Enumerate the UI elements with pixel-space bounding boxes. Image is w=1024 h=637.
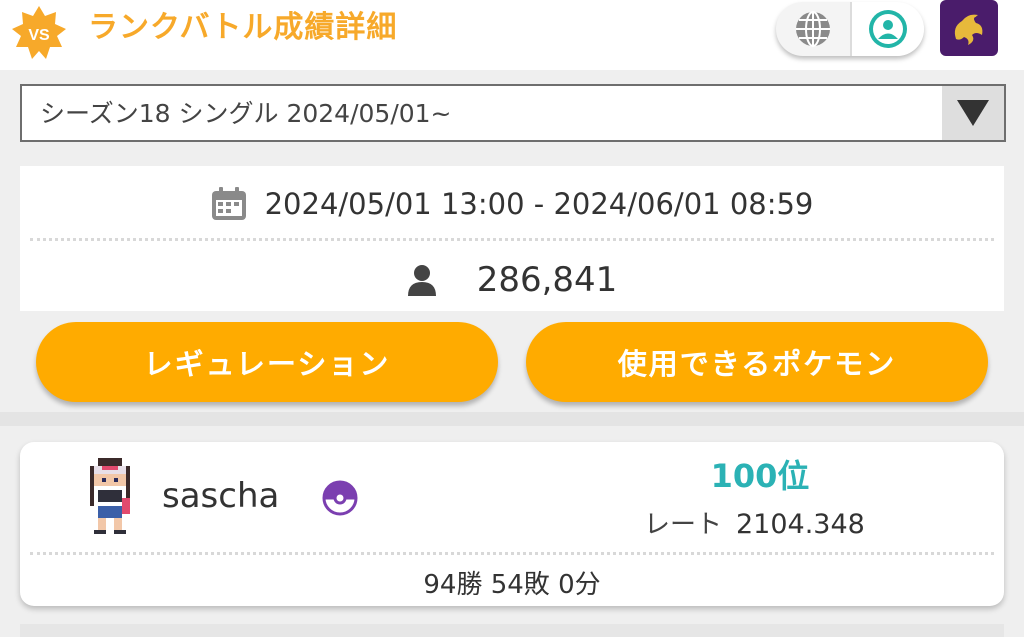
global-view-button[interactable]	[776, 2, 850, 56]
rate-label: レート	[644, 510, 723, 540]
user-view-button[interactable]	[850, 2, 924, 56]
master-ball-icon	[322, 480, 358, 516]
season-info-card: 2024/05/01 13:00 - 2024/06/01 08:59 286,…	[20, 166, 1004, 311]
app-header: VS ランクバトル成績詳細	[0, 0, 1024, 70]
view-toggle	[776, 2, 924, 56]
vs-badge-text: VS	[28, 27, 50, 44]
dotted-divider	[30, 552, 994, 555]
section-divider	[0, 412, 1024, 426]
calendar-icon	[211, 187, 246, 220]
rate-value: 2104.348	[736, 509, 865, 540]
dotted-divider	[30, 238, 994, 241]
globe-icon	[796, 11, 830, 47]
season-select-value: シーズン18 シングル 2024/05/01~	[40, 99, 452, 128]
vs-badge-icon: VS	[10, 4, 68, 62]
season-period-row: 2024/05/01 13:00 - 2024/06/01 08:59	[20, 176, 1004, 232]
next-ranking-card[interactable]	[20, 624, 1004, 637]
season-select[interactable]: シーズン18 シングル 2024/05/01~	[20, 84, 1006, 142]
player-count-text: 286,841	[476, 260, 618, 300]
regulation-button[interactable]: レギュレーション	[36, 322, 498, 402]
triangle-down-icon	[957, 100, 989, 126]
person-icon	[407, 265, 436, 296]
ranking-card[interactable]: sascha 100位 レート 2104.348 94勝 54敗 0分	[20, 442, 1004, 606]
trainer-sprite-icon	[90, 458, 130, 534]
usable-pokemon-button[interactable]: 使用できるポケモン	[526, 322, 988, 402]
player-count-row: 286,841	[20, 252, 1004, 308]
season-select-arrow[interactable]	[942, 86, 1004, 140]
rank-position: 100位	[710, 457, 810, 495]
user-circle-icon	[869, 10, 907, 48]
win-loss-record: 94勝 54敗 0分	[423, 570, 601, 600]
season-period-text: 2024/05/01 13:00 - 2024/06/01 08:59	[264, 187, 814, 221]
trainer-name: sascha	[162, 476, 280, 516]
page-title: ランクバトル成績詳細	[88, 10, 398, 45]
dragon-emblem-icon	[954, 14, 983, 45]
profile-avatar[interactable]	[940, 0, 998, 56]
